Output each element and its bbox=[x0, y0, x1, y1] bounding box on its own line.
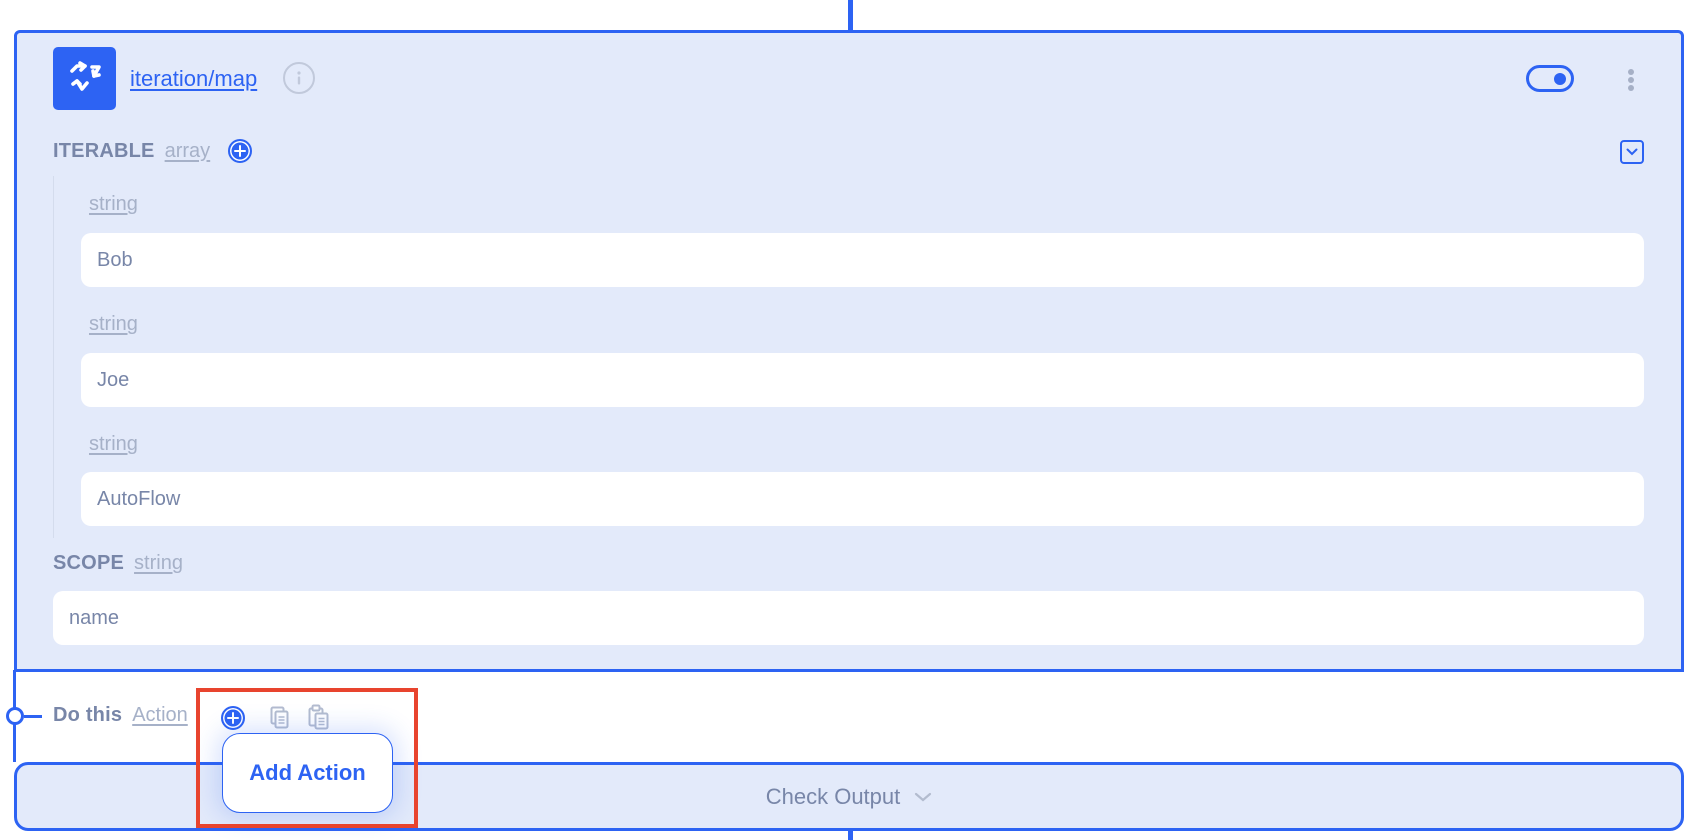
iteration-map-node-card bbox=[14, 30, 1684, 672]
more-options-icon[interactable] bbox=[1624, 67, 1638, 93]
item-type-link[interactable]: string bbox=[89, 433, 138, 456]
info-icon[interactable] bbox=[283, 62, 315, 94]
do-this-label: Do this bbox=[53, 704, 123, 726]
iterable-type-link[interactable]: array bbox=[165, 140, 211, 163]
iterable-label: ITERABLE bbox=[53, 139, 155, 162]
add-action-tooltip[interactable]: Add Action bbox=[222, 733, 393, 813]
chevron-down-icon bbox=[915, 792, 932, 801]
connector-bottom bbox=[848, 830, 853, 840]
add-iterable-item-button[interactable] bbox=[228, 139, 253, 163]
node-logo bbox=[53, 47, 116, 110]
toggle-knob bbox=[1554, 73, 1566, 85]
iteration-cycle-icon bbox=[69, 60, 101, 91]
item-type-link[interactable]: string bbox=[89, 313, 138, 336]
iterable-item-input[interactable]: Joe bbox=[81, 353, 1644, 407]
paste-icon[interactable] bbox=[308, 704, 330, 730]
node-title-link[interactable]: iteration/map bbox=[130, 66, 257, 92]
connector-top bbox=[848, 0, 853, 33]
item-type-link[interactable]: string bbox=[89, 193, 138, 216]
scope-type-link[interactable]: string bbox=[134, 552, 183, 575]
plus-icon bbox=[227, 712, 239, 724]
connector-stub bbox=[24, 715, 42, 718]
plus-icon bbox=[234, 145, 247, 157]
scope-header: SCOPE string bbox=[53, 552, 183, 575]
node-enabled-toggle[interactable] bbox=[1526, 65, 1574, 92]
do-this-row: Do this Action bbox=[53, 704, 188, 727]
scope-label: SCOPE bbox=[53, 552, 125, 574]
scope-input[interactable]: name bbox=[53, 591, 1644, 645]
connector-node bbox=[6, 707, 24, 725]
iterable-item-input[interactable]: AutoFlow bbox=[81, 472, 1644, 526]
array-items-guide bbox=[53, 176, 54, 538]
chevron-down-icon bbox=[1626, 148, 1638, 156]
add-action-button[interactable] bbox=[221, 706, 245, 730]
iterable-item-input[interactable]: Bob bbox=[81, 233, 1644, 287]
action-type-link[interactable]: Action bbox=[132, 704, 188, 727]
check-output-label: Check Output bbox=[765, 783, 901, 809]
collapse-iterable-button[interactable] bbox=[1620, 140, 1644, 164]
iterable-header: ITERABLE array bbox=[53, 139, 253, 163]
copy-icon[interactable] bbox=[270, 706, 290, 730]
